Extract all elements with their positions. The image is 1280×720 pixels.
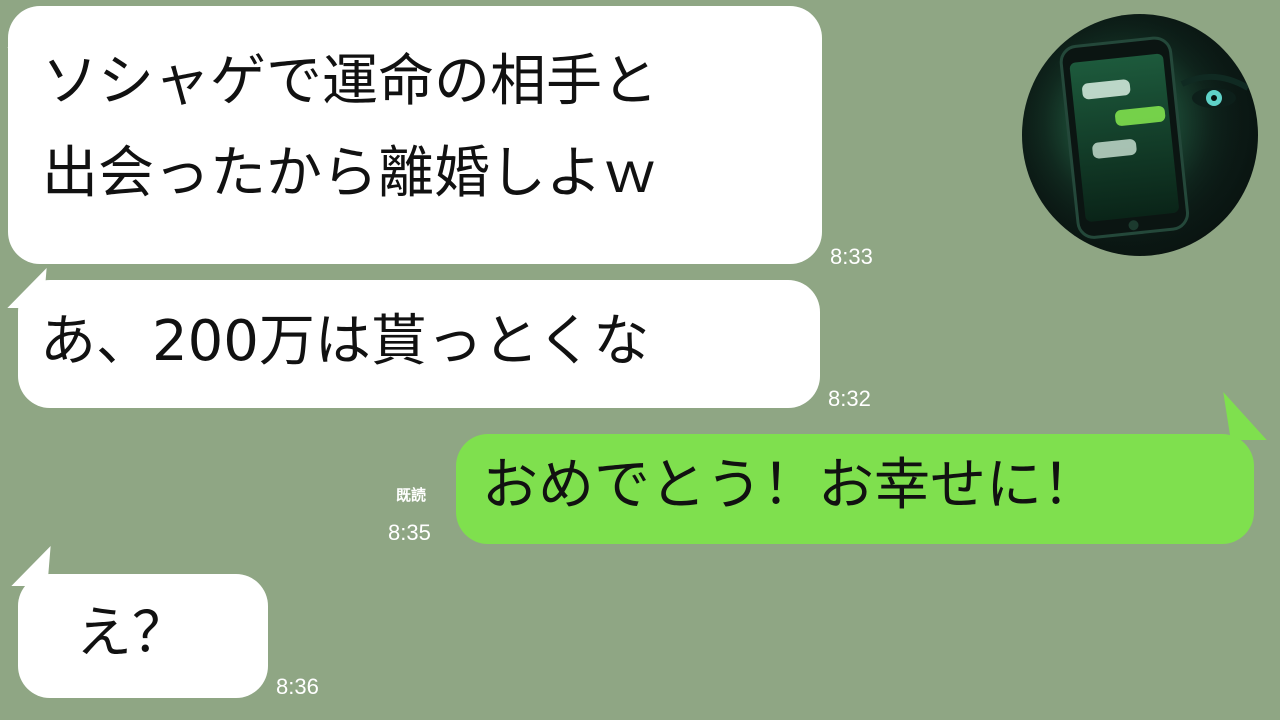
message-text-line: おめでとう！お幸せに！ bbox=[482, 453, 1098, 518]
bubble-tail bbox=[1205, 392, 1267, 440]
message-text-line: え？ bbox=[76, 601, 188, 666]
read-receipt: 既読 bbox=[396, 486, 427, 504]
message-timestamp: 8:35 bbox=[388, 520, 431, 545]
message-timestamp: 8:33 bbox=[830, 244, 873, 269]
message-timestamp: 8:32 bbox=[828, 386, 871, 411]
message-bubble-received[interactable]: あ、200万は貰っとくな bbox=[18, 280, 820, 408]
smartphone-chat-icon bbox=[1022, 14, 1258, 256]
chat-area: ソシャゲで運命の相手と 出会ったから離婚しよｗ 8:33 あ、200万は貰っとく… bbox=[0, 0, 1280, 720]
message-text-line: あ、200万は貰っとくな bbox=[40, 309, 650, 374]
message-bubble-received[interactable]: ソシャゲで運命の相手と 出会ったから離婚しよｗ bbox=[8, 6, 822, 264]
message-text-line: 出会ったから離婚しよｗ bbox=[42, 141, 658, 206]
contact-avatar[interactable] bbox=[1022, 14, 1258, 256]
message-timestamp: 8:36 bbox=[276, 674, 319, 699]
message-bubble-received[interactable]: え？ bbox=[18, 574, 268, 698]
message-text-line: ソシャゲで運命の相手と bbox=[42, 49, 658, 114]
message-bubble-sent[interactable]: おめでとう！お幸せに！ bbox=[456, 434, 1254, 544]
